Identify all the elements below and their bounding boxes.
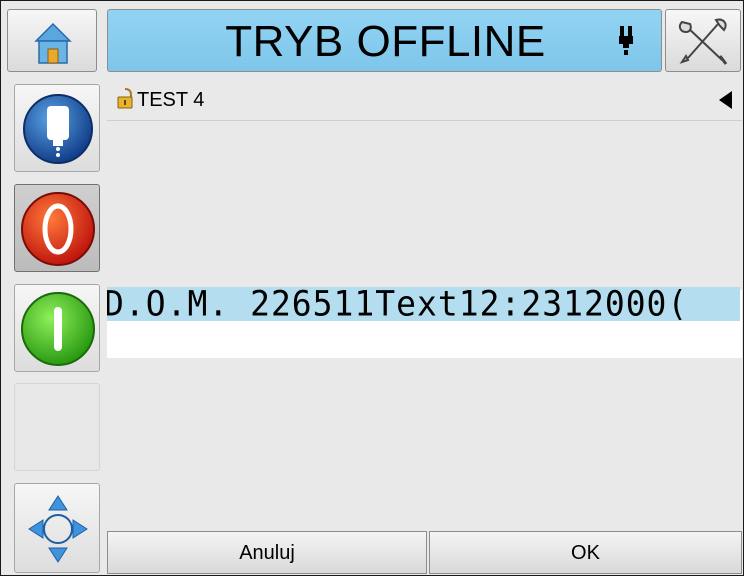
navigate-button[interactable]	[14, 483, 100, 573]
unlock-icon	[117, 88, 133, 109]
ink-cartridge-icon	[23, 94, 93, 164]
message-text[interactable]: D.O.M. 226511Text12:2312000(	[107, 286, 688, 322]
empty-slot	[14, 383, 100, 471]
tools-icon	[678, 18, 728, 65]
start-icon	[21, 292, 95, 366]
job-name: TEST 4	[137, 89, 205, 111]
printhead-icon	[619, 26, 633, 55]
start-button[interactable]	[14, 284, 100, 372]
stop-button[interactable]	[14, 184, 100, 272]
ink-status-button[interactable]	[14, 84, 100, 172]
home-button[interactable]	[7, 9, 97, 72]
home-icon	[34, 22, 72, 64]
status-bar[interactable]: TRYB OFFLINE	[107, 9, 662, 72]
cancel-button[interactable]: Anuluj	[107, 531, 427, 574]
collapse-arrow-icon[interactable]	[719, 91, 732, 109]
job-header: TEST 4	[107, 80, 742, 121]
status-title: TRYB OFFLINE	[225, 17, 546, 66]
tools-button[interactable]	[665, 9, 741, 72]
stop-icon	[21, 192, 95, 266]
ok-button[interactable]: OK	[429, 531, 742, 574]
message-preview[interactable]: D.O.M. 226511Text12:2312000(	[107, 121, 742, 529]
navigation-arrows-icon	[28, 495, 88, 563]
